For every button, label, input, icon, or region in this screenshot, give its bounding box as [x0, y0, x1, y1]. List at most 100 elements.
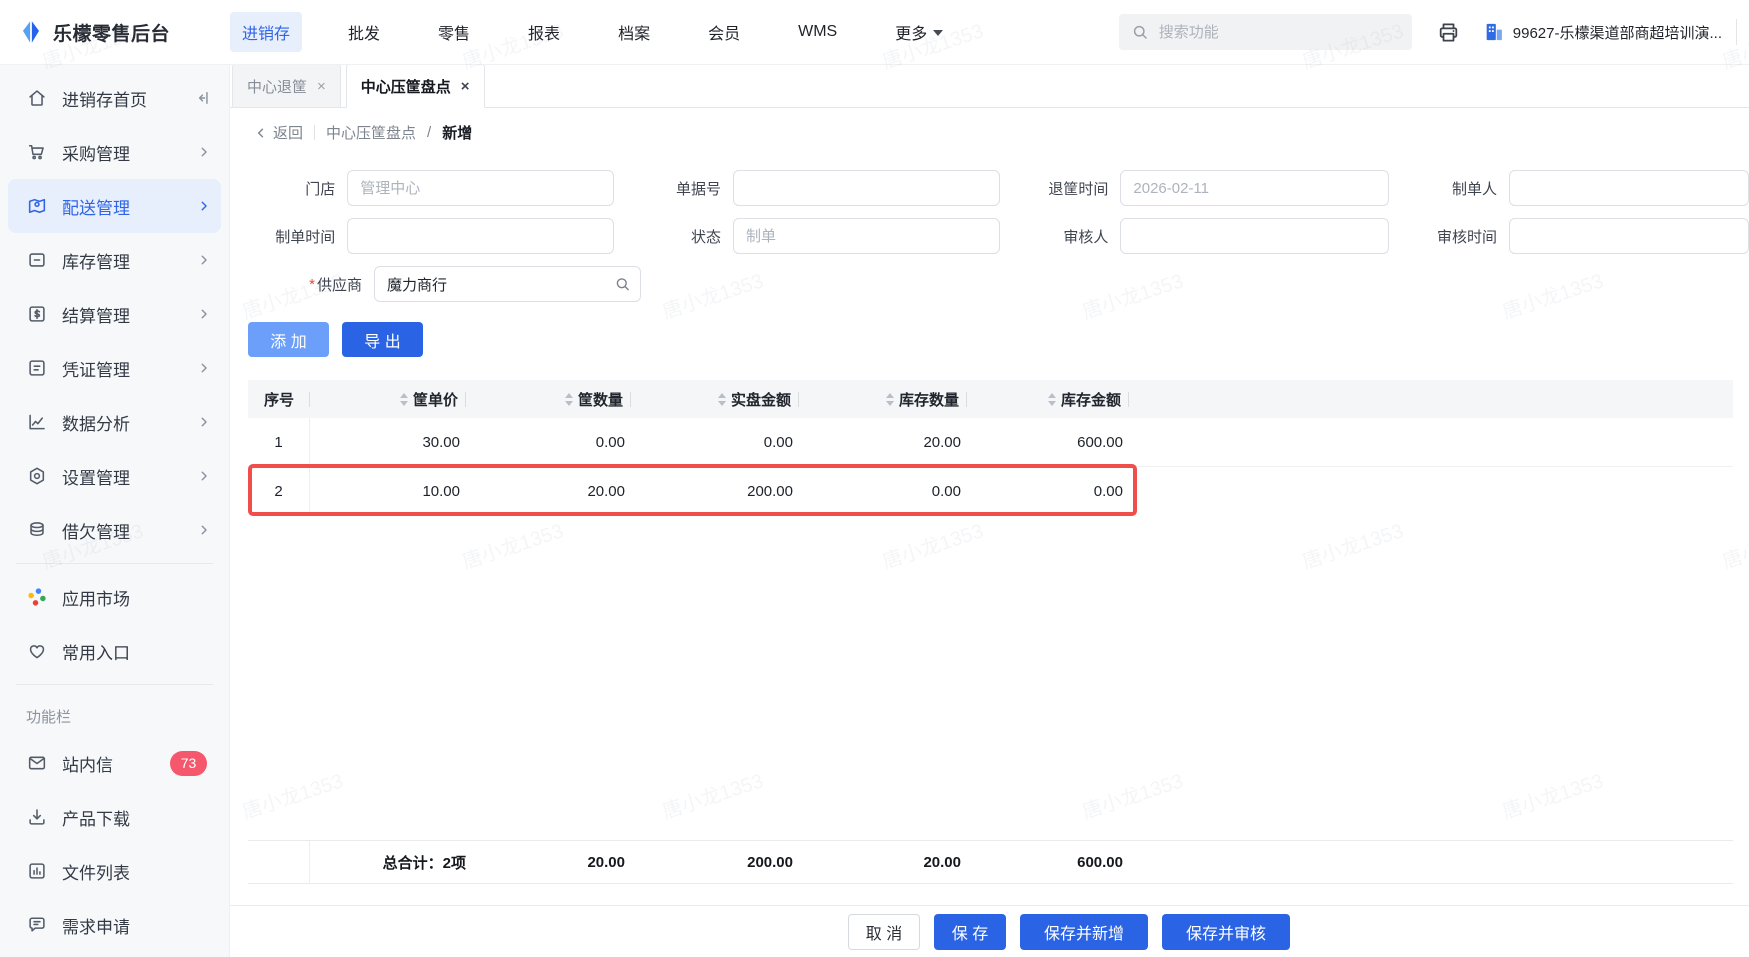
sidebar-item-menu-1[interactable]: 进销存首页: [0, 71, 229, 125]
top-nav-item-4[interactable]: 报表: [516, 12, 572, 52]
totals-value: 20.00: [923, 853, 961, 871]
table-row[interactable]: 1 30.00 0.00 0.00 20.00 600.00: [248, 418, 1733, 467]
breadcrumb-parent[interactable]: 中心压筐盘点: [326, 122, 416, 143]
sort-carets-icon[interactable]: [399, 392, 408, 406]
file-list-icon: [26, 860, 48, 882]
auditor-field[interactable]: [1120, 218, 1390, 254]
sidebar-item-label: 采购管理: [62, 144, 130, 164]
creator-field[interactable]: [1508, 170, 1749, 206]
column-header-3[interactable]: 筐数量: [470, 380, 635, 418]
field-label: 退筐时间: [1048, 180, 1109, 198]
export-button[interactable]: 导 出: [342, 322, 423, 357]
chevron-right-icon: [197, 145, 211, 159]
status-field[interactable]: [733, 218, 1000, 254]
top-nav-item-2[interactable]: 批发: [336, 12, 392, 52]
sidebar-item-shortcut-1[interactable]: 应用市场: [0, 570, 229, 624]
sidebar-item-label: 配送管理: [62, 198, 130, 218]
field-label: 单据号: [675, 180, 721, 198]
search-icon: [1131, 23, 1149, 41]
top-nav-item-5[interactable]: 档案: [606, 12, 662, 52]
cart-icon: [26, 141, 48, 163]
sidebar-item-menu-9[interactable]: 借欠管理: [0, 503, 229, 557]
top-nav-item-label: 报表: [528, 26, 561, 43]
column-divider: [798, 391, 799, 407]
sidebar-item-shortcut-2[interactable]: 常用入口: [0, 624, 229, 678]
top-nav-item-7[interactable]: WMS: [786, 15, 849, 49]
sort-carets-icon[interactable]: [564, 392, 573, 406]
required-asterisk: *: [309, 275, 315, 293]
brand: 乐檬零售后台: [0, 19, 230, 46]
download-icon: [26, 806, 48, 828]
company-switcher[interactable]: 99627-乐檬渠道部商超培训演...: [1483, 21, 1722, 43]
sidebar-item-tool-3[interactable]: 文件列表: [0, 844, 229, 898]
sidebar-item-label: 应用市场: [62, 589, 130, 609]
create-time-field[interactable]: [347, 218, 615, 254]
cancel-button[interactable]: 取 消: [848, 913, 920, 950]
app-screen: 乐檬零售后台 进销存 批发 零售 报表 档案 会员 WMS 更多 99627-乐檬渠道部商超培…: [0, 0, 1749, 957]
table-cell: 10.00: [422, 482, 460, 500]
chevron-right-icon: [197, 469, 211, 483]
search-box[interactable]: [1118, 14, 1412, 50]
sort-carets-icon[interactable]: [1047, 392, 1056, 406]
collapse-sidebar-icon[interactable]: [193, 89, 211, 107]
table-cell: 0.00: [595, 433, 625, 451]
sidebar-item-menu-4[interactable]: 库存管理: [0, 233, 229, 287]
column-header-6[interactable]: 库存金额: [971, 380, 1133, 418]
sidebar-item-menu-7[interactable]: 数据分析: [0, 395, 229, 449]
audit-time-field[interactable]: [1508, 218, 1749, 254]
back-button[interactable]: 返回: [254, 122, 303, 143]
add-button[interactable]: 添 加: [248, 322, 329, 357]
column-header-5[interactable]: 库存数量: [803, 380, 971, 418]
close-tab-icon[interactable]: ×: [317, 78, 326, 95]
column-divider: [966, 391, 967, 407]
sidebar-item-menu-5[interactable]: 结算管理: [0, 287, 229, 341]
field-label: 门店: [305, 180, 336, 198]
save-and-new-button[interactable]: 保存并新增: [1020, 913, 1148, 950]
close-tab-icon[interactable]: ×: [461, 78, 470, 95]
save-and-audit-button[interactable]: 保存并审核: [1162, 913, 1290, 950]
sidebar-item-label: 凭证管理: [62, 360, 130, 380]
doc-no-field[interactable]: [733, 170, 1000, 206]
sort-carets-icon[interactable]: [885, 392, 894, 406]
table-row[interactable]: 2 10.00 20.00 200.00 0.00 0.00: [248, 467, 1733, 515]
sidebar-item-menu-2[interactable]: 采购管理: [0, 125, 229, 179]
sidebar-item-menu-6[interactable]: 凭证管理: [0, 341, 229, 395]
return-date-field[interactable]: [1120, 170, 1390, 206]
sort-carets-icon[interactable]: [717, 392, 726, 406]
tab-2[interactable]: 中心压筐盘点 ×: [345, 64, 485, 108]
supplier-field[interactable]: [374, 266, 641, 302]
sidebar-item-menu-8[interactable]: 设置管理: [0, 449, 229, 503]
chevron-right-icon: [197, 307, 211, 321]
totals-value: 20.00: [587, 853, 625, 871]
field-label: 状态: [690, 228, 721, 246]
totals-value: 200.00: [747, 853, 793, 871]
sidebar-item-tool-2[interactable]: 产品下载: [0, 790, 229, 844]
store-field[interactable]: [347, 170, 615, 206]
tab-1[interactable]: 中心退筐 ×: [232, 64, 341, 108]
printer-icon[interactable]: [1436, 20, 1461, 45]
save-button[interactable]: 保 存: [934, 913, 1006, 950]
column-header-4[interactable]: 实盘金额: [635, 380, 803, 418]
totals-row: 总合计：2项 20.00 200.00 20.00 600.00: [248, 840, 1733, 884]
column-header-2[interactable]: 筐单价: [310, 380, 470, 418]
top-nav-item-6[interactable]: 会员: [696, 12, 752, 52]
sidebar: 进销存首页采购管理配送管理库存管理 结算管理凭证管理数据分析设置管理借欠管理应用市…: [0, 64, 230, 957]
sidebar-item-menu-3[interactable]: 配送管理: [8, 179, 221, 233]
sidebar-item-label: 设置管理: [62, 468, 130, 488]
delivery-map-icon: [26, 195, 48, 217]
status-field-wrap: [733, 218, 1000, 254]
chevron-left-icon: [254, 126, 268, 140]
table-cell: 30.00: [422, 433, 460, 451]
top-nav-item-1[interactable]: 进销存: [230, 12, 303, 52]
topbar-right: 99627-乐檬渠道部商超培训演...: [1118, 14, 1749, 50]
top-nav-item-8[interactable]: 更多: [883, 12, 955, 52]
top-nav-item-label: 零售: [438, 26, 471, 43]
supplier-field-wrap: [374, 266, 641, 302]
top-nav-item-3[interactable]: 零售: [426, 12, 482, 52]
sidebar-item-tool-4[interactable]: 需求申请: [0, 898, 229, 952]
search-input[interactable]: [1156, 22, 1400, 42]
column-header-label: 库存数量: [898, 391, 959, 409]
field-label: 审核时间: [1436, 228, 1497, 246]
sidebar-item-tool-1[interactable]: 站内信 73: [0, 736, 229, 790]
table-cell: 0.00: [931, 482, 961, 500]
